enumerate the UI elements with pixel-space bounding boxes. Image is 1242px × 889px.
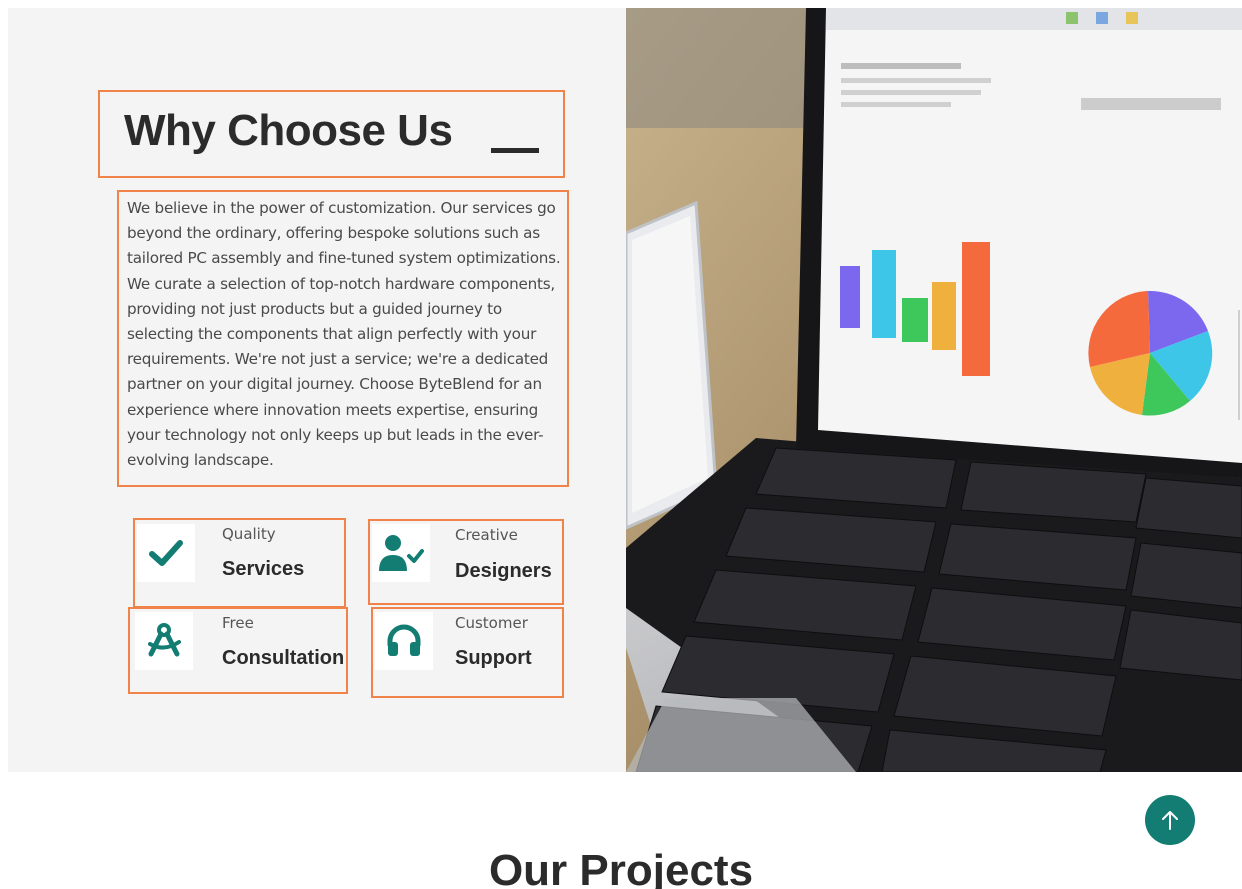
feature-free-consultation: Free Consultation [128, 607, 348, 694]
feature-label-big: Designers [455, 560, 552, 582]
section-title-box: Why Choose Us [98, 90, 565, 178]
arrow-up-icon [1162, 811, 1178, 830]
feature-label-small: Customer [455, 614, 528, 632]
headphones-icon [375, 612, 433, 670]
title-underline [491, 148, 539, 153]
feature-label-small: Free [222, 614, 254, 632]
feature-label-small: Creative [455, 526, 518, 544]
section-description: We believe in the power of customization… [127, 199, 561, 470]
check-icon [137, 524, 195, 582]
description-box: We believe in the power of customization… [117, 190, 569, 487]
feature-creative-designers: Creative Designers [368, 519, 564, 605]
user-check-icon [372, 524, 430, 582]
feature-label-big: Services [222, 558, 305, 580]
page-scrollbar[interactable] [1238, 310, 1240, 420]
projects-heading: Our Projects [488, 846, 754, 889]
drafting-compass-icon [135, 612, 193, 670]
feature-quality-services: Quality Services [133, 518, 346, 608]
feature-label-small: Quality [222, 525, 276, 543]
laptop-analytics-image [626, 8, 1242, 772]
feature-label-big: Consultation [222, 647, 345, 669]
section-title: Why Choose Us [124, 106, 453, 155]
scroll-to-top-button[interactable] [1145, 795, 1195, 845]
feature-label-big: Support [455, 647, 532, 669]
feature-customer-support: Customer Support [371, 607, 564, 698]
